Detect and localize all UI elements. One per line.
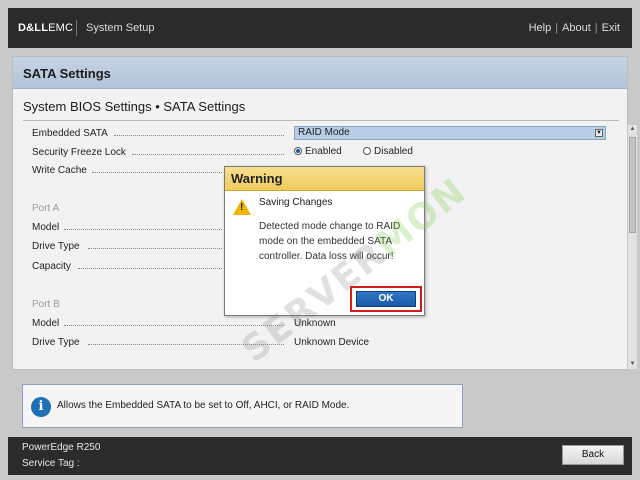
security-freeze-lock-label: Security Freeze Lock [32,147,126,158]
port-b-label: Port B [32,299,60,310]
drive-type-b-row: Drive Type Unknown Device [32,334,612,352]
scroll-down-icon[interactable]: ▼ [628,360,637,369]
help-link[interactable]: Help [529,22,552,34]
drive-type-b-label: Drive Type [32,337,80,348]
scroll-thumb[interactable] [629,137,636,233]
chevron-down-icon: ▼ [595,129,603,137]
drive-type-b-value: Unknown Device [294,337,370,348]
port-a-label: Port A [32,203,60,214]
embedded-sata-row: Embedded SATA RAID Mode ▼ [32,125,612,143]
embedded-sata-select[interactable]: RAID Mode ▼ [294,126,606,140]
app-title: System Setup [86,22,155,34]
panel-header: SATA Settings [13,57,627,89]
ok-button[interactable]: OK [356,291,416,307]
about-link[interactable]: About [562,22,591,34]
topbar-separator [76,20,77,36]
highlight-frame: OK [350,286,422,312]
drive-type-a-label: Drive Type [32,241,80,252]
footer-bar: PowerEdge R250 Service Tag : Back [8,437,632,475]
leader-dots [78,268,222,269]
back-button[interactable]: Back [562,445,624,465]
radio-enabled[interactable]: Enabled [294,146,342,157]
leader-dots [64,325,284,326]
leader-dots [64,229,222,230]
system-model: PowerEdge R250 [22,442,101,453]
capacity-a-label: Capacity [32,261,71,272]
radio-selected-icon [294,147,302,155]
top-bar: D&LLEMC System Setup Help | About | Exit [8,8,632,48]
radio-unselected-icon [363,147,371,155]
radio-disabled[interactable]: Disabled [363,146,413,157]
top-nav: Help | About | Exit [529,22,620,34]
dialog-header: Warning [225,167,424,191]
leader-dots [92,172,222,173]
help-text: Allows the Embedded SATA to be set to Of… [57,400,350,411]
nav-divider: | [594,22,598,34]
exit-link[interactable]: Exit [602,22,620,34]
warning-dialog: Warning ! Saving Changes Detected mode c… [224,166,425,316]
nav-divider: | [555,22,559,34]
warning-icon: ! [233,199,251,215]
model-b-label: Model [32,318,60,329]
help-box: i Allows the Embedded SATA to be set to … [22,384,463,428]
page-breadcrumb: System BIOS Settings • SATA Settings [23,99,246,114]
vertical-scrollbar[interactable]: ▲ ▼ [627,125,637,369]
leader-dots [114,135,284,136]
embedded-sata-label: Embedded SATA [32,128,108,139]
leader-dots [88,248,222,249]
leader-dots [88,344,284,345]
dialog-message: Detected mode change to RAID mode on the… [259,221,401,262]
embedded-sata-value: RAID Mode [298,127,350,138]
dell-emc-logo: D&LLEMC [18,22,74,34]
dialog-title: Warning [231,171,283,186]
dialog-heading: Saving Changes [259,197,333,208]
model-b-row: Model Unknown [32,315,612,333]
security-freeze-lock-row: Security Freeze Lock Enabled Disabled [32,144,612,162]
leader-dots [132,154,284,155]
service-tag: Service Tag : [22,458,80,469]
info-icon: i [31,397,51,417]
panel-title: SATA Settings [23,66,111,81]
model-a-label: Model [32,222,60,233]
scroll-up-icon[interactable]: ▲ [628,125,637,134]
model-b-value: Unknown [294,318,336,329]
write-cache-label: Write Cache [32,165,87,176]
divider [23,120,619,121]
